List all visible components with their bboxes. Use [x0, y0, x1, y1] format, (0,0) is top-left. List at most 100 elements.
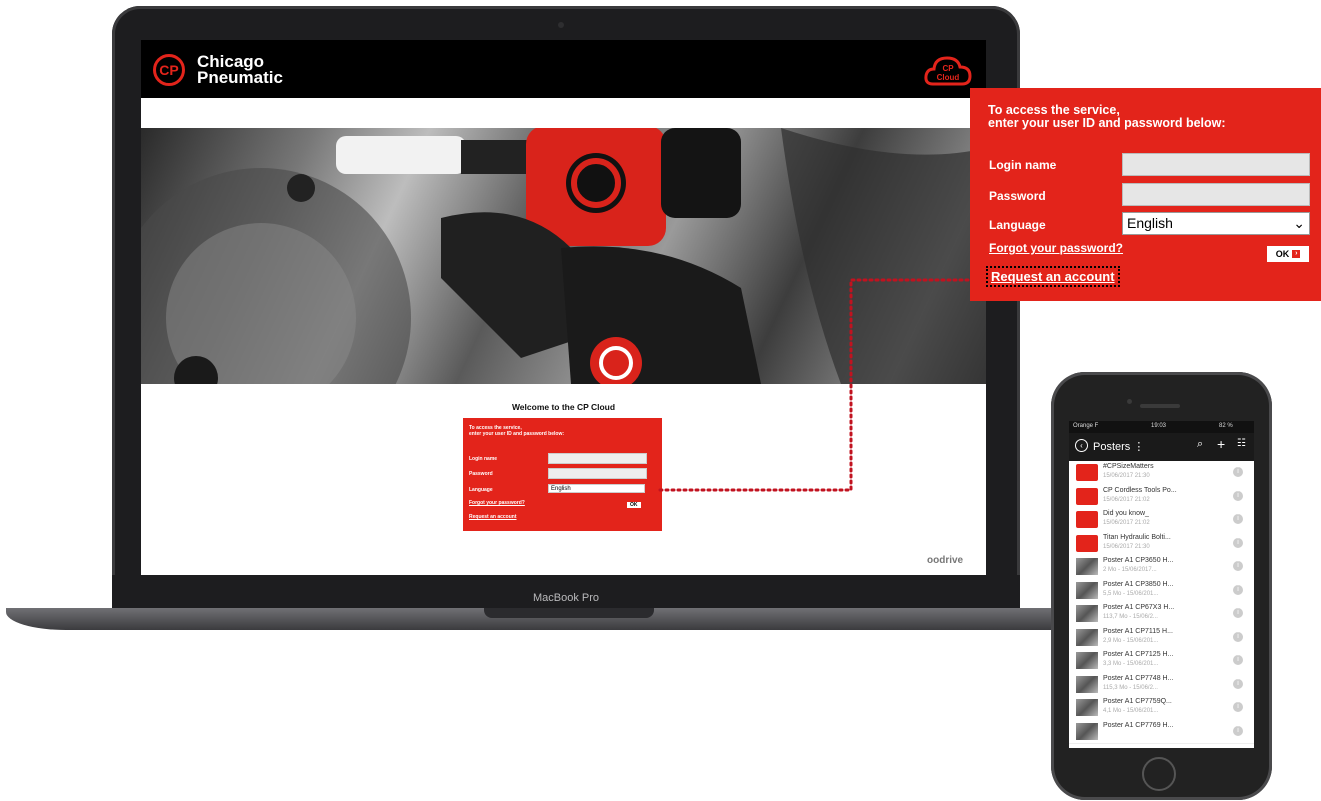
info-icon[interactable]: i	[1233, 537, 1243, 548]
cp-logo-icon: CP	[153, 54, 185, 86]
info-icon[interactable]: i	[1233, 702, 1243, 712]
carrier: Orange F	[1073, 423, 1099, 429]
item-name: Poster A1 CP7769 H...	[1103, 721, 1174, 729]
item-meta: 5,5 Mo - 15/06/201...	[1103, 590, 1159, 597]
welcome-heading: Welcome to the CP Cloud	[511, 402, 616, 412]
language-select[interactable]: English ⌄	[1122, 212, 1310, 235]
item-name: #CPSizeMatters	[1103, 463, 1154, 470]
file-thumbnail	[1076, 652, 1098, 669]
info-icon[interactable]: i	[1233, 561, 1243, 571]
info-icon[interactable]: i	[1233, 490, 1243, 501]
info-icon[interactable]: i	[1233, 467, 1243, 477]
login-callout-panel: To access the service, enter your user I…	[970, 88, 1321, 301]
ok-button[interactable]: OK ›	[1267, 246, 1309, 262]
macbook-label: MacBook Pro	[532, 592, 600, 604]
file-thumbnail	[1076, 605, 1098, 622]
nav-title[interactable]: Posters ⋮	[1093, 440, 1144, 453]
nav-bar: ‹ Posters ⋮ ⌕ + ☷	[1069, 433, 1254, 461]
item-meta: 2,9 Mo - 15/06/201...	[1103, 637, 1159, 644]
file-thumbnail	[1076, 722, 1098, 740]
home-button[interactable]	[1142, 757, 1176, 791]
info-icon[interactable]: i	[1233, 655, 1243, 665]
item-name: Poster A1 CP3650 H...	[1103, 557, 1174, 564]
item-name: Titan Hydraulic Bolti...	[1103, 533, 1171, 541]
list-item[interactable]: Poster A1 CP7115 H... 2,9 Mo - 15/06/201.…	[1069, 625, 1254, 650]
mini-login-title-2: enter your user ID and password below:	[469, 431, 565, 437]
item-meta: 15/06/2017 21:30	[1103, 543, 1150, 550]
info-icon[interactable]: i	[1233, 678, 1243, 689]
item-name: Poster A1 CP7748 H...	[1103, 674, 1174, 682]
language-label: Language	[989, 218, 1046, 232]
add-icon[interactable]: +	[1217, 436, 1225, 452]
item-name: Poster A1 CP67X3 H...	[1103, 604, 1175, 611]
chevron-down-icon: ⌄	[1293, 215, 1305, 231]
status-bar: Orange F 19:03 82 %	[1069, 421, 1254, 433]
callout-title-2: enter your user ID and password below:	[988, 116, 1226, 130]
impact-wrench-photo	[141, 128, 986, 384]
brand-line-2: Pneumatic	[197, 68, 283, 87]
svg-text:Cloud: Cloud	[937, 73, 960, 82]
login-name-field[interactable]	[1122, 153, 1310, 176]
mini-password-label: Password	[469, 471, 493, 477]
mini-forgot-password-link[interactable]: Forgot your password?	[469, 500, 525, 506]
list-item[interactable]: #CPSizeMatters 15/06/2017 21:30 i	[1069, 461, 1254, 486]
laptop-screen: CP Chicago Pneumatic CP Cloud Welcome to…	[141, 40, 986, 575]
file-thumbnail	[1076, 558, 1098, 575]
list-item[interactable]: Titan Hydraulic Bolti... 15/06/2017 21:30…	[1069, 531, 1254, 556]
item-name: Did you know_	[1103, 510, 1149, 517]
phone-speaker	[1140, 404, 1180, 408]
password-field[interactable]	[1122, 183, 1310, 206]
mini-language-label: Language	[469, 487, 493, 493]
list-item[interactable]: Poster A1 CP67X3 H... 113,7 Mo - 15/06/2.…	[1069, 602, 1254, 627]
mini-login-panel: To access the service, enter your user I…	[463, 418, 662, 531]
mini-language-select[interactable]: English	[548, 484, 645, 493]
folder-icon	[1076, 534, 1098, 552]
ok-label: OK	[1275, 249, 1290, 259]
svg-text:CP: CP	[942, 64, 954, 73]
list-item[interactable]: Poster A1 CP3650 H... 2 Mo - 15/06/2017..…	[1069, 555, 1254, 580]
info-icon[interactable]: i	[1233, 608, 1243, 618]
cp-cloud-logo-icon: CP Cloud	[924, 56, 972, 86]
item-meta: 15/06/2017 21:02	[1103, 496, 1150, 503]
search-icon[interactable]: ⌕	[1197, 438, 1203, 451]
info-icon[interactable]: i	[1233, 725, 1243, 736]
file-thumbnail	[1076, 699, 1098, 716]
list-item[interactable]: Poster A1 CP7759Q... 4,1 Mo - 15/06/201..…	[1069, 696, 1254, 721]
grid-icon[interactable]: ☷	[1237, 438, 1246, 449]
item-meta: 115,3 Mo - 15/06/2...	[1103, 684, 1158, 691]
forgot-password-link[interactable]: Forgot your password?	[989, 241, 1123, 255]
back-icon[interactable]: ‹	[1075, 439, 1088, 452]
info-icon[interactable]: i	[1233, 631, 1243, 642]
password-label: Password	[989, 189, 1046, 203]
request-account-link[interactable]: Request an account	[986, 266, 1120, 287]
item-meta: 2 Mo - 15/06/2017...	[1103, 567, 1157, 573]
site-header: CP Chicago Pneumatic CP Cloud	[141, 40, 986, 98]
battery: 82 %	[1219, 423, 1233, 429]
language-value: English	[1127, 215, 1173, 231]
mini-login-name-field[interactable]	[548, 453, 647, 464]
item-meta: 4,1 Mo - 15/06/201...	[1103, 708, 1159, 714]
list-item[interactable]: Poster A1 CP7748 H... 115,3 Mo - 15/06/2.…	[1069, 672, 1254, 697]
login-name-label: Login name	[989, 158, 1057, 172]
folder-icon	[1076, 464, 1098, 481]
file-thumbnail	[1076, 628, 1098, 646]
clock: 19:03	[1151, 423, 1167, 429]
info-icon[interactable]: i	[1233, 584, 1243, 595]
folder-icon	[1076, 487, 1098, 505]
item-name: Poster A1 CP7759Q...	[1103, 698, 1172, 705]
mini-ok-button[interactable]: OK	[627, 502, 641, 508]
hero-image	[141, 128, 986, 384]
callout-title-1: To access the service,	[988, 103, 1120, 117]
arrow-icon: ›	[1292, 250, 1301, 258]
info-icon[interactable]: i	[1233, 514, 1243, 524]
laptop-camera	[558, 22, 564, 28]
folder-icon	[1076, 511, 1098, 528]
mini-password-field[interactable]	[548, 468, 647, 479]
mini-request-account-link[interactable]: Request an account	[469, 514, 517, 520]
list-item[interactable]: Poster A1 CP7769 H... i	[1069, 719, 1254, 744]
list-item[interactable]: CP Cordless Tools Po... 15/06/2017 21:02 i	[1069, 484, 1254, 509]
list-item[interactable]: Poster A1 CP3850 H... 5,5 Mo - 15/06/201.…	[1069, 578, 1254, 603]
list-item[interactable]: Did you know_ 15/06/2017 21:02 i	[1069, 508, 1254, 533]
list-item[interactable]: Poster A1 CP7125 H... 3,3 Mo - 15/06/201.…	[1069, 649, 1254, 674]
item-name: Poster A1 CP7115 H...	[1103, 627, 1173, 635]
